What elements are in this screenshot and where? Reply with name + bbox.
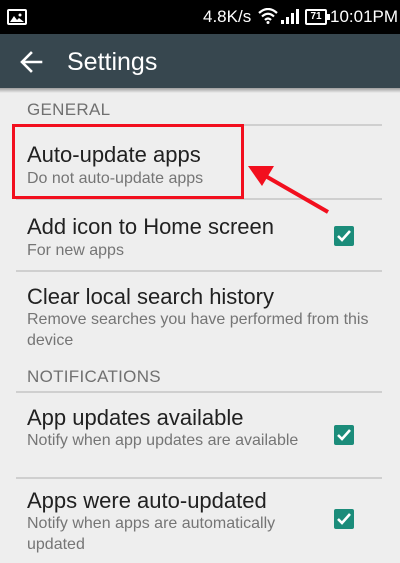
toolbar-shadow [0, 88, 400, 93]
network-speed: 4.8K/s [203, 7, 252, 26]
checkbox-checked[interactable] [334, 425, 354, 445]
setting-add-icon-home-screen[interactable]: Add icon to Home screen For new apps [0, 200, 400, 270]
setting-app-updates-available[interactable]: App updates available Notify when app up… [0, 393, 400, 477]
annotation-arrow-icon [244, 160, 334, 223]
section-header-general: GENERAL [27, 100, 111, 119]
back-arrow-icon[interactable] [18, 49, 44, 75]
wifi-icon [258, 7, 278, 29]
checkbox-checked[interactable] [334, 509, 354, 529]
setting-subtitle: Remove searches you have performed from … [27, 311, 369, 349]
setting-title: Apps were auto-updated [27, 488, 267, 513]
battery-icon: 71 [305, 9, 330, 25]
annotation-highlight-box [12, 124, 244, 199]
image-notification-icon [7, 9, 27, 25]
setting-title: App updates available [27, 405, 244, 430]
status-bar: 4.8K/s 71 10:01PM [0, 0, 400, 34]
clock: 10:01PM [330, 7, 399, 26]
setting-apps-auto-updated[interactable]: Apps were auto-updated Notify when apps … [0, 479, 400, 563]
checkbox-checked[interactable] [334, 226, 354, 246]
setting-title: Clear local search history [27, 284, 274, 309]
toolbar: Settings [0, 34, 400, 88]
setting-title: Add icon to Home screen [27, 214, 275, 239]
setting-subtitle: Notify when apps are automatically updat… [27, 515, 276, 553]
section-header-notifications: NOTIFICATIONS [27, 367, 161, 386]
setting-subtitle: Notify when app updates are available [27, 432, 299, 449]
setting-clear-search-history[interactable]: Clear local search history Remove search… [0, 272, 400, 358]
setting-subtitle: For new apps [27, 242, 124, 259]
page-title: Settings [67, 48, 158, 76]
signal-icon [281, 9, 299, 29]
